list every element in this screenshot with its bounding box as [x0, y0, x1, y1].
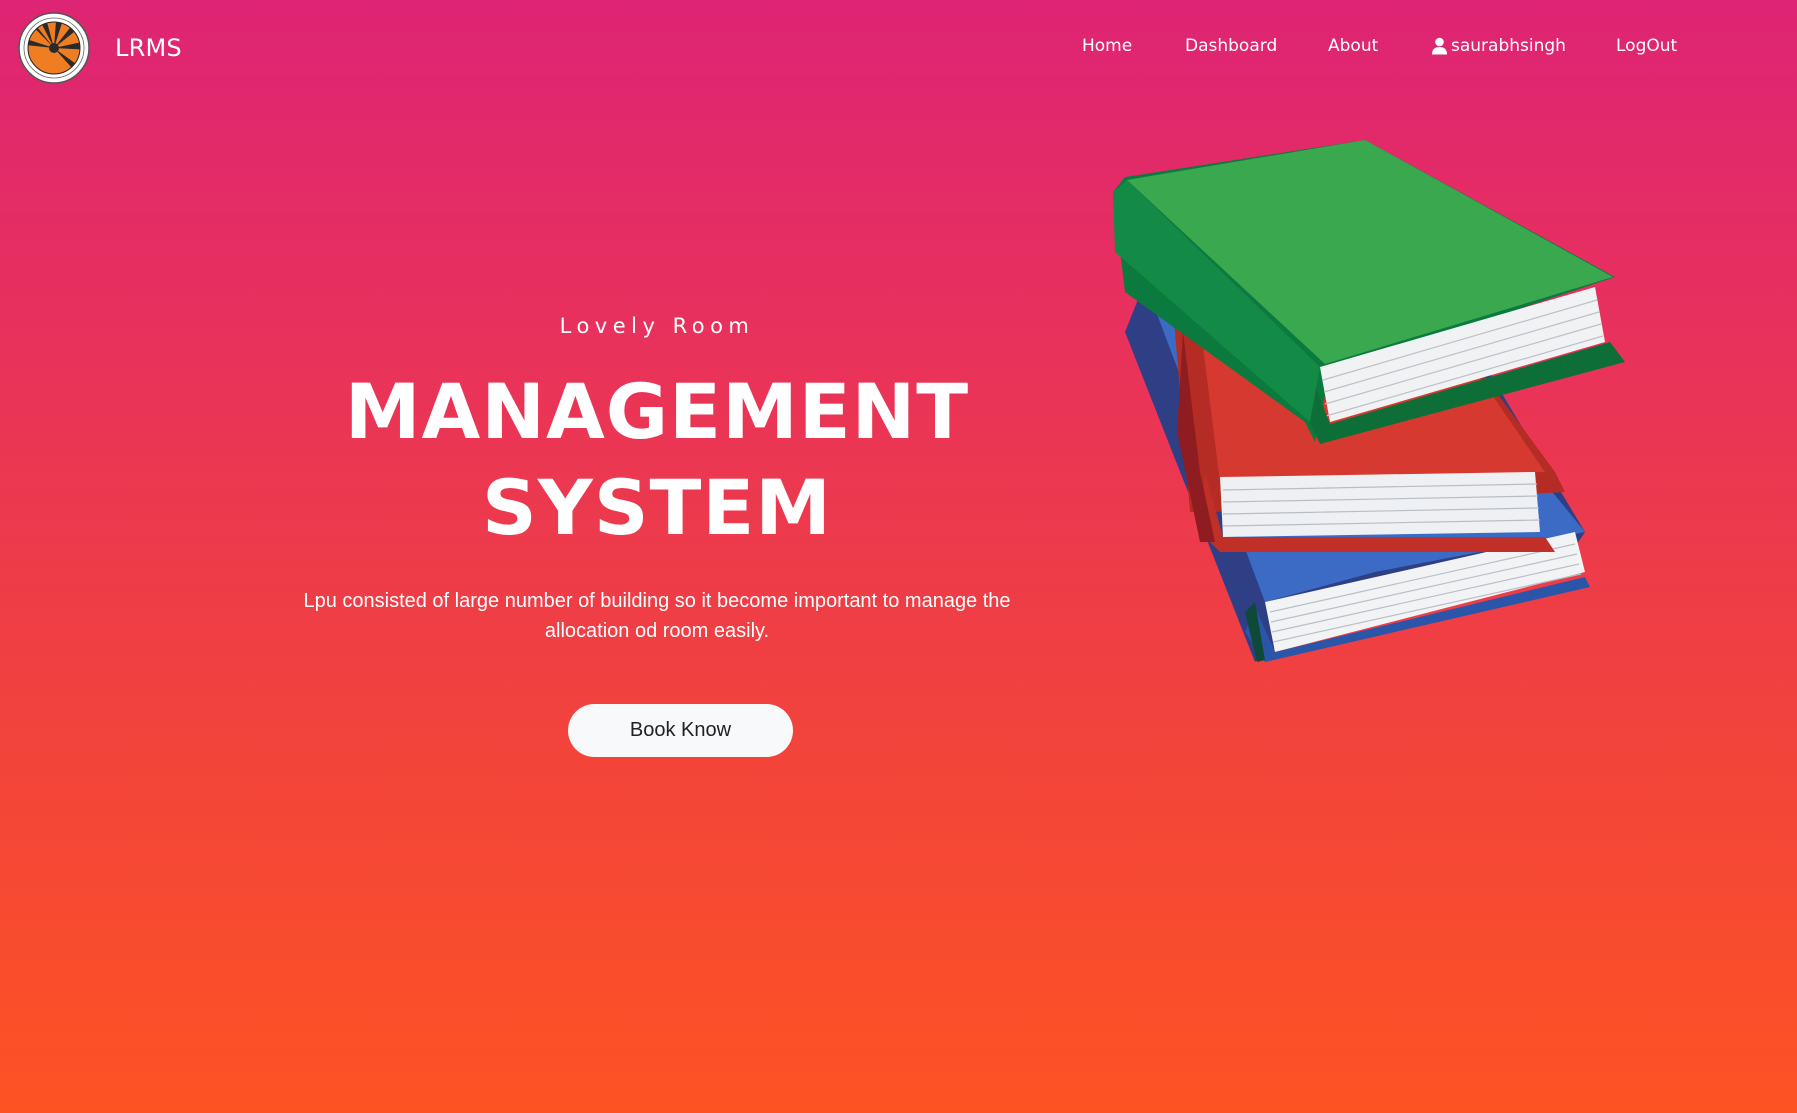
headline-line1: MANAGEMENT [344, 367, 970, 456]
book-now-button[interactable]: Book Know [568, 704, 793, 757]
nav-user[interactable]: saurabhsingh [1431, 33, 1566, 59]
navbar: LRMS Home Dashboard About saurabhsingh L… [0, 0, 1797, 95]
hero-description: Lpu consisted of large number of buildin… [303, 590, 1011, 642]
books-stack-illustration [1113, 140, 1625, 662]
hero-headline: MANAGEMENT SYSTEM [290, 364, 1024, 556]
nav-logout[interactable]: LogOut [1616, 33, 1677, 59]
nav-user-label: saurabhsingh [1451, 36, 1566, 56]
user-icon [1432, 37, 1447, 55]
nav-home[interactable]: Home [1082, 33, 1132, 59]
nav-about[interactable]: About [1328, 33, 1378, 59]
hero-kicker: Lovely Room [559, 314, 755, 338]
nav-dashboard[interactable]: Dashboard [1185, 33, 1277, 59]
hero-text: Lovely Room MANAGEMENT SYSTEM Lpu consis… [290, 300, 1024, 646]
headline-line2: SYSTEM [482, 463, 832, 552]
nav-links: Home Dashboard About saurabhsingh LogOut [0, 33, 1797, 63]
